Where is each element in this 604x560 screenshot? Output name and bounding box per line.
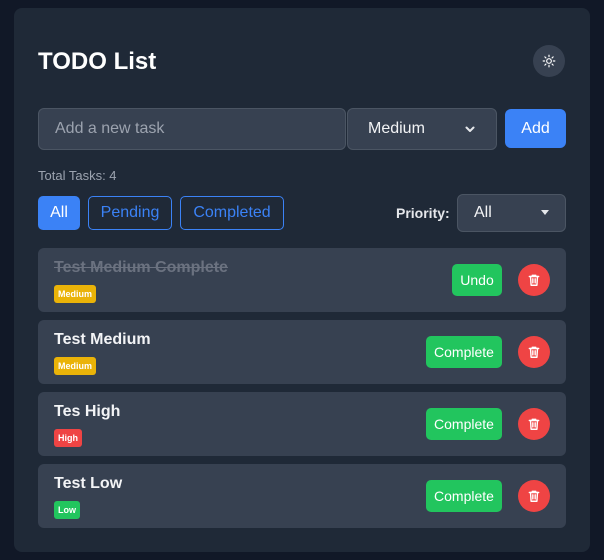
filter-completed-button[interactable]: Completed xyxy=(180,196,284,230)
total-tasks-count: Total Tasks: 4 xyxy=(38,168,117,183)
complete-button[interactable]: Complete xyxy=(426,336,502,368)
delete-task-button[interactable] xyxy=(518,408,550,440)
delete-task-button[interactable] xyxy=(518,480,550,512)
new-task-input[interactable] xyxy=(38,108,346,150)
trash-icon xyxy=(528,418,540,430)
filter-all-button[interactable]: All xyxy=(38,196,80,230)
priority-filter-value: All xyxy=(474,204,492,221)
priority-filter-select[interactable]: All xyxy=(457,194,566,232)
sun-icon xyxy=(542,54,556,68)
task-item: Test Medium Complete Medium Undo xyxy=(38,248,566,312)
complete-button[interactable]: Complete xyxy=(426,480,502,512)
task-item: Test Medium Medium Complete xyxy=(38,320,566,384)
todo-card: TODO List Medium Add Total Tasks: 4 All … xyxy=(14,8,590,552)
task-title: Tes High xyxy=(54,403,121,420)
trash-icon xyxy=(528,346,540,358)
page-title: TODO List xyxy=(38,48,157,75)
task-title: Test Medium xyxy=(54,331,151,348)
task-item: Test Low Low Complete xyxy=(38,464,566,528)
priority-badge: Medium xyxy=(54,357,97,375)
task-title: Test Medium Complete xyxy=(54,259,228,276)
priority-filter-label: Priority: xyxy=(396,205,450,221)
caret-down-icon xyxy=(541,210,549,215)
priority-badge: Low xyxy=(54,501,80,519)
undo-button[interactable]: Undo xyxy=(452,264,502,296)
trash-icon xyxy=(528,274,540,286)
priority-badge: Medium xyxy=(54,285,97,303)
complete-button[interactable]: Complete xyxy=(426,408,502,440)
delete-task-button[interactable] xyxy=(518,264,550,296)
filter-pending-button[interactable]: Pending xyxy=(88,196,172,230)
add-task-button[interactable]: Add xyxy=(505,109,566,148)
task-title: Test Low xyxy=(54,475,123,492)
delete-task-button[interactable] xyxy=(518,336,550,368)
theme-toggle-button[interactable] xyxy=(533,45,565,77)
chevron-down-icon xyxy=(465,126,475,132)
task-item: Tes High High Complete xyxy=(38,392,566,456)
priority-select-value: Medium xyxy=(368,120,425,137)
trash-icon xyxy=(528,490,540,502)
new-task-priority-select[interactable]: Medium xyxy=(347,108,497,150)
priority-badge: High xyxy=(54,429,82,447)
